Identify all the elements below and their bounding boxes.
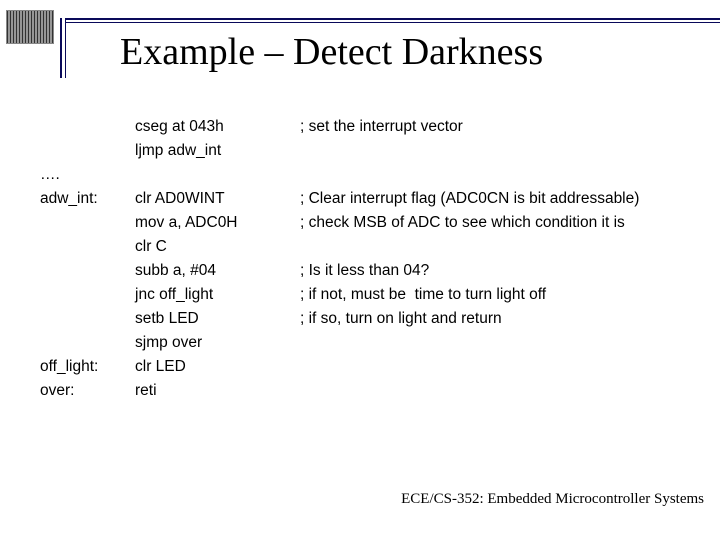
code-label xyxy=(40,331,135,355)
code-instr: setb LED xyxy=(135,307,300,331)
code-row: over:reti xyxy=(40,379,639,403)
code-instr: mov a, ADC0H xyxy=(135,211,300,235)
code-label xyxy=(40,307,135,331)
slide-title: Example – Detect Darkness xyxy=(120,30,543,74)
code-comment: ; if not, must be time to turn light off xyxy=(300,283,546,307)
code-row: sjmp over xyxy=(40,331,639,355)
code-instr: jnc off_light xyxy=(135,283,300,307)
code-instr: cseg at 043h xyxy=(135,115,300,139)
frame-line-top xyxy=(65,18,720,20)
code-label xyxy=(40,139,135,163)
code-comment: ; if so, turn on light and return xyxy=(300,307,502,331)
frame-line-side-thin xyxy=(65,18,66,78)
code-instr: reti xyxy=(135,379,300,403)
code-row: jnc off_light; if not, must be time to t… xyxy=(40,283,639,307)
code-row: off_light:clr LED xyxy=(40,355,639,379)
code-instr: clr AD0WINT xyxy=(135,187,300,211)
frame-line-side xyxy=(60,18,62,78)
code-row: adw_int:clr AD0WINT; Clear interrupt fla… xyxy=(40,187,639,211)
code-label xyxy=(40,211,135,235)
code-label xyxy=(40,283,135,307)
code-label xyxy=(40,115,135,139)
code-row: mov a, ADC0H; check MSB of ADC to see wh… xyxy=(40,211,639,235)
code-comment: ; set the interrupt vector xyxy=(300,115,463,139)
code-label xyxy=(40,259,135,283)
code-comment: ; check MSB of ADC to see which conditio… xyxy=(300,211,625,235)
code-instr: subb a, #04 xyxy=(135,259,300,283)
code-row: …. xyxy=(40,163,639,187)
code-listing: cseg at 043h; set the interrupt vector l… xyxy=(40,115,639,403)
code-label: adw_int: xyxy=(40,187,135,211)
code-instr xyxy=(135,163,300,187)
code-row: setb LED; if so, turn on light and retur… xyxy=(40,307,639,331)
code-comment: ; Clear interrupt flag (ADC0CN is bit ad… xyxy=(300,187,639,211)
code-instr: clr LED xyxy=(135,355,300,379)
code-instr: clr C xyxy=(135,235,300,259)
code-comment: ; Is it less than 04? xyxy=(300,259,429,283)
code-instr: ljmp adw_int xyxy=(135,139,300,163)
code-row: subb a, #04; Is it less than 04? xyxy=(40,259,639,283)
slide-footer: ECE/CS-352: Embedded Microcontroller Sys… xyxy=(401,491,704,508)
code-label: …. xyxy=(40,163,135,187)
code-row: ljmp adw_int xyxy=(40,139,639,163)
frame-line-top-thin xyxy=(65,22,720,23)
code-instr: sjmp over xyxy=(135,331,300,355)
code-row: clr C xyxy=(40,235,639,259)
code-label: over: xyxy=(40,379,135,403)
code-row: cseg at 043h; set the interrupt vector xyxy=(40,115,639,139)
code-label: off_light: xyxy=(40,355,135,379)
code-label xyxy=(40,235,135,259)
slide-logo xyxy=(6,10,54,44)
